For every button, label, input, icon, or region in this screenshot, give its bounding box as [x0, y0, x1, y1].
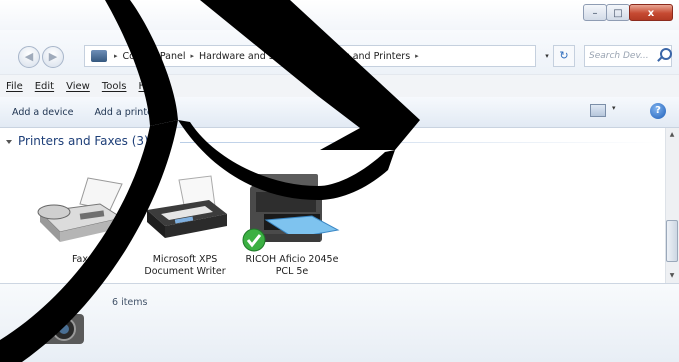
menu-view[interactable]: View	[60, 81, 96, 92]
add-printer-button[interactable]: Add a printer	[82, 107, 165, 118]
maximize-button[interactable]: □	[606, 4, 630, 21]
group-header-printers-and-faxes[interactable]: Printers and Faxes (3)	[18, 134, 149, 148]
scroll-thumb[interactable]	[666, 220, 678, 262]
group-divider	[180, 142, 660, 143]
breadcrumb-hardware-and-sound[interactable]: Hardware and Sound	[197, 51, 301, 62]
collapse-group-icon[interactable]	[6, 140, 12, 144]
forward-button[interactable]: ▶	[42, 46, 64, 68]
menu-edit[interactable]: Edit	[29, 81, 60, 92]
close-button[interactable]: x	[629, 4, 673, 21]
default-printer-check-icon	[242, 228, 266, 252]
breadcrumb-separator: ▸	[303, 52, 308, 60]
details-pane	[0, 283, 679, 362]
device-microsoft-xps-document-writer[interactable]: Microsoft XPS Document Writer	[135, 166, 235, 277]
printer-icon	[147, 175, 227, 238]
scroll-down-button[interactable]: ▼	[665, 269, 679, 283]
breadcrumb-separator: ▸	[190, 52, 195, 60]
menu-tools[interactable]: Tools	[96, 81, 133, 92]
title-bar	[0, 0, 679, 30]
menu-bar: File Edit View Tools Help	[0, 74, 679, 98]
item-count: 6 items	[112, 297, 148, 308]
search-icon[interactable]	[660, 48, 672, 60]
fax-icon	[37, 177, 124, 242]
search-input[interactable]: Search Dev...	[584, 45, 672, 67]
device-label: RICOH Aficio 2045e PCL 5e	[245, 254, 339, 277]
back-button[interactable]: ◀	[18, 46, 40, 68]
device-label: Fax	[71, 254, 89, 265]
control-panel-icon	[91, 50, 107, 62]
device-fax[interactable]: Fax	[30, 166, 130, 265]
address-bar[interactable]: ▸ Control Panel ▸ Hardware and Sound ▸ D…	[84, 45, 536, 67]
menu-help[interactable]: Help	[132, 81, 167, 92]
address-dropdown-button[interactable]: ▾	[540, 45, 554, 67]
breadcrumb-control-panel[interactable]: Control Panel	[121, 51, 188, 62]
camera-icon	[40, 308, 84, 344]
view-options-dropdown[interactable]: ▾	[612, 104, 616, 112]
help-icon[interactable]: ?	[650, 103, 666, 119]
minimize-button[interactable]: –	[583, 4, 607, 21]
breadcrumb-separator: ▸	[415, 52, 419, 60]
refresh-button[interactable]: ↻	[553, 45, 575, 67]
command-bar: Add a device Add a printer	[0, 97, 679, 128]
device-ricoh-aficio[interactable]: RICOH Aficio 2045e PCL 5e	[242, 166, 342, 277]
breadcrumb-separator: ▸	[114, 52, 118, 60]
device-label: Microsoft XPS Document Writer	[144, 254, 226, 277]
breadcrumb-devices-and-printers[interactable]: Devices and Printers	[310, 51, 412, 62]
add-device-button[interactable]: Add a device	[0, 107, 82, 118]
menu-file[interactable]: File	[0, 81, 29, 92]
scroll-up-button[interactable]: ▲	[665, 128, 679, 142]
change-view-icon[interactable]	[590, 104, 606, 117]
